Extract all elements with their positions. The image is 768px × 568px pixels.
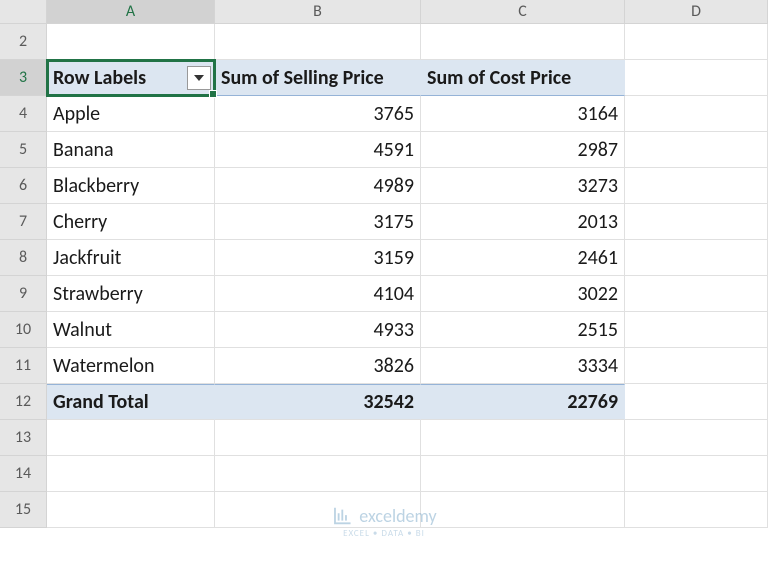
cell[interactable] [421, 456, 625, 492]
row-header-4[interactable]: 4 [0, 96, 47, 132]
row-header-15[interactable]: 15 [0, 492, 47, 528]
cell[interactable] [47, 456, 215, 492]
cell[interactable]: 3022 [421, 276, 625, 312]
cell[interactable]: 3164 [421, 96, 625, 132]
table-row: Strawberry 4104 3022 [47, 276, 768, 312]
select-all-corner[interactable] [0, 0, 47, 24]
row-header-14[interactable]: 14 [0, 456, 47, 492]
cell[interactable]: 3765 [215, 96, 421, 132]
cell[interactable] [47, 420, 215, 456]
chart-icon [331, 505, 353, 527]
cell[interactable]: 3175 [215, 204, 421, 240]
table-row: Watermelon 3826 3334 [47, 348, 768, 384]
cell[interactable]: 2987 [421, 132, 625, 168]
col-header-b[interactable]: B [215, 0, 421, 24]
pivot-col-header[interactable]: Sum of Selling Price [215, 60, 421, 96]
cell[interactable]: 2515 [421, 312, 625, 348]
watermark-text: exceldemy [359, 505, 436, 527]
fill-handle[interactable] [209, 90, 217, 98]
row-header-12[interactable]: 12 [0, 384, 47, 420]
table-row: Cherry 3175 2013 [47, 204, 768, 240]
cell[interactable] [625, 384, 768, 420]
cell[interactable] [47, 24, 215, 60]
watermark-subtext: EXCEL • DATA • BI [343, 528, 425, 539]
grand-total-value[interactable]: 32542 [215, 384, 421, 420]
cell[interactable] [625, 312, 768, 348]
cell[interactable]: 2013 [421, 204, 625, 240]
cell[interactable]: 4104 [215, 276, 421, 312]
row-header-8[interactable]: 8 [0, 240, 47, 276]
column-headers: A B C D [47, 0, 768, 24]
cell[interactable]: Jackfruit [47, 240, 215, 276]
table-row: Row Labels Sum of Selling Price Sum of C… [47, 60, 768, 96]
cell[interactable]: Cherry [47, 204, 215, 240]
cell[interactable] [421, 420, 625, 456]
cell[interactable] [625, 96, 768, 132]
table-row [47, 24, 768, 60]
cell[interactable]: Blackberry [47, 168, 215, 204]
cell[interactable] [625, 420, 768, 456]
cell-grid: Row Labels Sum of Selling Price Sum of C… [47, 24, 768, 528]
cell[interactable] [625, 132, 768, 168]
cell[interactable]: Walnut [47, 312, 215, 348]
cell[interactable] [215, 24, 421, 60]
row-header-2[interactable]: 2 [0, 24, 47, 60]
row-header-9[interactable]: 9 [0, 276, 47, 312]
cell[interactable]: Strawberry [47, 276, 215, 312]
row-header-10[interactable]: 10 [0, 312, 47, 348]
col-header-c[interactable]: C [421, 0, 625, 24]
row-header-6[interactable]: 6 [0, 168, 47, 204]
chevron-down-icon [194, 75, 204, 81]
cell[interactable]: 2461 [421, 240, 625, 276]
table-row: Blackberry 4989 3273 [47, 168, 768, 204]
row-header-7[interactable]: 7 [0, 204, 47, 240]
cell[interactable]: Apple [47, 96, 215, 132]
table-row: Jackfruit 3159 2461 [47, 240, 768, 276]
row-header-13[interactable]: 13 [0, 420, 47, 456]
table-row [47, 456, 768, 492]
cell[interactable]: 4989 [215, 168, 421, 204]
col-header-a[interactable]: A [47, 0, 215, 24]
table-row: Grand Total 32542 22769 [47, 384, 768, 420]
cell[interactable]: 3826 [215, 348, 421, 384]
grand-total-label[interactable]: Grand Total [47, 384, 215, 420]
cell[interactable] [625, 24, 768, 60]
cell[interactable] [625, 240, 768, 276]
cell[interactable] [47, 492, 215, 528]
cell[interactable] [625, 60, 768, 96]
cell[interactable] [625, 276, 768, 312]
table-row: Apple 3765 3164 [47, 96, 768, 132]
cell[interactable] [625, 456, 768, 492]
col-header-d[interactable]: D [625, 0, 768, 24]
table-row: Banana 4591 2987 [47, 132, 768, 168]
row-header-3[interactable]: 3 [0, 60, 47, 96]
cell[interactable] [625, 348, 768, 384]
cell[interactable] [625, 168, 768, 204]
pivot-row-labels-header[interactable]: Row Labels [47, 60, 215, 96]
spreadsheet: A B C D 2 3 4 5 6 7 8 9 10 11 12 13 14 1… [0, 0, 768, 568]
cell[interactable] [625, 492, 768, 528]
cell[interactable] [421, 24, 625, 60]
cell[interactable]: Watermelon [47, 348, 215, 384]
grand-total-value[interactable]: 22769 [421, 384, 625, 420]
cell[interactable]: 4933 [215, 312, 421, 348]
cell[interactable] [421, 492, 625, 528]
cell[interactable] [215, 456, 421, 492]
cell[interactable]: Banana [47, 132, 215, 168]
row-header-11[interactable]: 11 [0, 348, 47, 384]
cell[interactable]: 3159 [215, 240, 421, 276]
table-row: Walnut 4933 2515 [47, 312, 768, 348]
cell[interactable] [215, 420, 421, 456]
cell[interactable]: 4591 [215, 132, 421, 168]
cell[interactable]: 3273 [421, 168, 625, 204]
row-header-5[interactable]: 5 [0, 132, 47, 168]
row-headers: 2 3 4 5 6 7 8 9 10 11 12 13 14 15 [0, 24, 47, 528]
cell[interactable]: 3334 [421, 348, 625, 384]
filter-button[interactable] [187, 66, 211, 90]
cell[interactable] [625, 204, 768, 240]
cell-text: Row Labels [53, 66, 146, 90]
table-row [47, 420, 768, 456]
pivot-col-header[interactable]: Sum of Cost Price [421, 60, 625, 96]
watermark-logo: exceldemy [331, 505, 436, 527]
